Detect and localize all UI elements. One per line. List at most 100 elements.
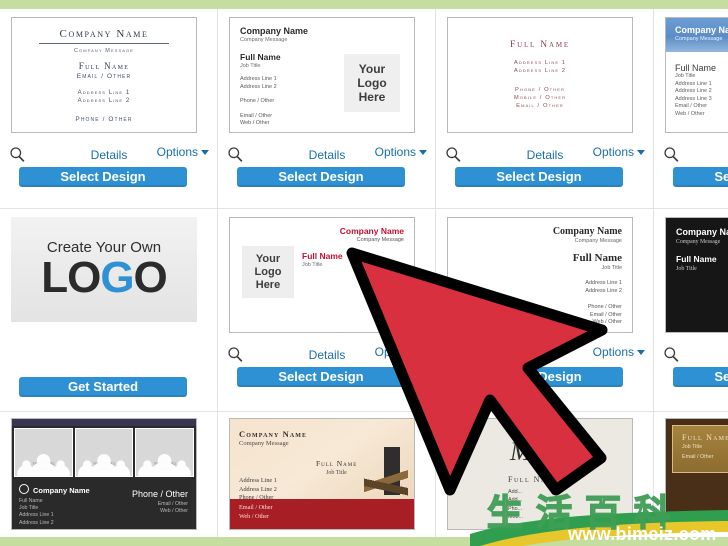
email-line: Email / Other bbox=[157, 501, 188, 507]
design-tile-5-logo-promo[interactable]: Create Your Own LOGO Get Started bbox=[0, 209, 218, 412]
chevron-down-icon bbox=[637, 350, 645, 356]
card-design-photo-strip: Your PhotoHere Your PhotoHere Your Photo… bbox=[12, 419, 196, 529]
phone-line: Phone / Other bbox=[587, 304, 622, 311]
email-line: Email / Other bbox=[589, 311, 622, 318]
card-design-maroon-centered: Full Name Address Line 1 Address Line 2 … bbox=[448, 18, 632, 110]
design-tile-7[interactable]: Company Name Company Message Full Name J… bbox=[436, 209, 654, 412]
select-design-button[interactable]: Select Design bbox=[673, 367, 728, 387]
divider-rule bbox=[39, 43, 169, 44]
top-accent-band bbox=[12, 419, 196, 426]
magnifier-icon[interactable] bbox=[445, 346, 462, 363]
address-line-1: Address Line 1 bbox=[239, 477, 277, 484]
select-design-button[interactable]: Select Design bbox=[237, 367, 405, 387]
company-message: Company Message bbox=[239, 440, 289, 447]
photo-strip: Your PhotoHere Your PhotoHere Your Photo… bbox=[12, 426, 196, 479]
design-tile-6[interactable]: Company Name Company Message Your Logo H… bbox=[218, 209, 436, 412]
web-block: Email / Other Web / Other bbox=[240, 113, 414, 128]
watermark-url: www.bimeiz.com bbox=[568, 524, 717, 544]
logo-placeholder: Your Logo Here bbox=[242, 246, 294, 298]
phone-line: Phone / Other bbox=[515, 87, 565, 93]
card-preview-6[interactable]: Company Name Company Message Your Logo H… bbox=[229, 217, 415, 333]
card-preview-4[interactable]: Company Name Company Message Full Name J… bbox=[665, 17, 728, 133]
address-line-1: Address Line 1 bbox=[513, 60, 567, 66]
job-title: Job Title bbox=[326, 470, 347, 476]
email-line: Email / Other bbox=[239, 504, 273, 511]
card-info: Company Name Full Name Job Title Address… bbox=[12, 479, 196, 527]
screenshot-stage: Company Name Company Message Full Name E… bbox=[0, 0, 728, 546]
tile-controls-1: Details Options Select Design bbox=[0, 142, 218, 202]
logo-placeholder: Your Logo Here bbox=[344, 54, 400, 112]
design-tile-8[interactable]: Company Name Company Message Full Name J… bbox=[654, 209, 728, 412]
card-preview-2[interactable]: Company Name Company Message Full Name J… bbox=[229, 17, 415, 133]
design-tile-4[interactable]: Company Name Company Message Full Name J… bbox=[654, 9, 728, 209]
address-line-1: Address Line 1 bbox=[77, 90, 131, 96]
company-name: Company Name bbox=[59, 28, 149, 40]
logo-promo-banner[interactable]: Create Your Own LOGO bbox=[11, 217, 197, 322]
people-silhouette-icon bbox=[15, 438, 72, 476]
company-name: Company Name bbox=[240, 26, 309, 36]
company-name: Company Name bbox=[33, 486, 90, 495]
options-menu[interactable]: Options bbox=[375, 345, 427, 359]
card-preview-1[interactable]: Company Name Company Message Full Name E… bbox=[11, 17, 197, 133]
company-message: Company Message bbox=[574, 238, 622, 244]
web-line: Web / Other bbox=[675, 110, 705, 117]
page-frame-top bbox=[0, 0, 728, 9]
tile-controls-2: Details Options Select Design bbox=[218, 142, 436, 202]
options-label: Options bbox=[374, 345, 416, 359]
logo-line-3: Here bbox=[358, 90, 386, 104]
card-preview-7[interactable]: Company Name Company Message Full Name J… bbox=[447, 217, 633, 333]
job-title: Job Title bbox=[676, 266, 697, 272]
chevron-down-icon bbox=[637, 150, 645, 156]
full-name: Full Name bbox=[675, 63, 717, 73]
company-message: Company Message bbox=[675, 36, 723, 42]
card-design-serif-right: Company Name Company Message Full Name J… bbox=[448, 218, 632, 332]
design-tile-10[interactable]: Company Name Company Message Full Name J… bbox=[218, 412, 436, 537]
card-preview-10[interactable]: Company Name Company Message Full Name J… bbox=[229, 418, 415, 530]
emblem-icon bbox=[19, 484, 29, 494]
chevron-down-icon bbox=[419, 150, 427, 156]
magnifier-icon[interactable] bbox=[663, 146, 680, 163]
card-design-classic-centered: Company Name Company Message Full Name E… bbox=[12, 18, 196, 123]
web-line: Web / Other bbox=[160, 508, 188, 515]
options-menu[interactable]: Options bbox=[157, 145, 209, 159]
full-name: Full Name bbox=[676, 254, 717, 264]
options-menu[interactable]: Options bbox=[593, 345, 645, 359]
photo-slot: Your PhotoHere bbox=[74, 428, 134, 477]
design-tile-3[interactable]: Full Name Address Line 1 Address Line 2 … bbox=[436, 9, 654, 209]
design-tile-2[interactable]: Company Name Company Message Full Name J… bbox=[218, 9, 436, 209]
address-block: Address Line 1 Address Line 2 bbox=[12, 89, 196, 105]
job-title: Job Title bbox=[675, 73, 696, 79]
address-block: Address Line 1 Address Line 2 bbox=[448, 280, 622, 295]
gold-panel: Full Name Job Title Email / Other bbox=[672, 425, 728, 473]
select-design-button[interactable]: Select Design bbox=[455, 367, 623, 387]
company-name: Company Name bbox=[339, 226, 404, 236]
tile-controls-6: Details Options Select Design bbox=[218, 342, 436, 402]
full-name: Full Name bbox=[316, 459, 358, 468]
select-design-button[interactable]: Select Design bbox=[19, 167, 187, 187]
options-menu[interactable]: Options bbox=[593, 145, 645, 159]
design-tile-1[interactable]: Company Name Company Message Full Name E… bbox=[0, 9, 218, 209]
card-preview-3[interactable]: Full Name Address Line 1 Address Line 2 … bbox=[447, 17, 633, 133]
email-line: Email / Other bbox=[240, 112, 273, 119]
company-name: Company Name bbox=[676, 227, 728, 237]
logo-word-q: G bbox=[100, 253, 134, 302]
full-name: Full Name bbox=[508, 475, 559, 484]
card-preview-8[interactable]: Company Name Company Message Full Name J… bbox=[665, 217, 728, 333]
address-line-2: Address Line 2 bbox=[19, 519, 54, 526]
design-grid: Company Name Company Message Full Name E… bbox=[0, 9, 728, 537]
select-design-button[interactable]: Select Design bbox=[673, 167, 728, 187]
select-design-button[interactable]: Select Design bbox=[455, 167, 623, 187]
options-menu[interactable]: Options bbox=[375, 145, 427, 159]
mobile-line: Mobile / Other bbox=[513, 95, 567, 101]
options-label: Options bbox=[156, 145, 198, 159]
card-preview-9[interactable]: Your PhotoHere Your PhotoHere Your Photo… bbox=[11, 418, 197, 530]
options-label: Options bbox=[592, 145, 634, 159]
company-name: Company Name bbox=[552, 226, 622, 237]
select-design-button[interactable]: Select Design bbox=[237, 167, 405, 187]
phone-line: Phone / Other bbox=[131, 489, 188, 499]
get-started-button[interactable]: Get Started bbox=[19, 377, 187, 397]
email-line: Email / Other bbox=[76, 73, 132, 80]
design-tile-9[interactable]: Your PhotoHere Your PhotoHere Your Photo… bbox=[0, 412, 218, 537]
magnifier-icon[interactable] bbox=[663, 346, 680, 363]
tile-controls-7: Options Select Design bbox=[436, 342, 654, 402]
